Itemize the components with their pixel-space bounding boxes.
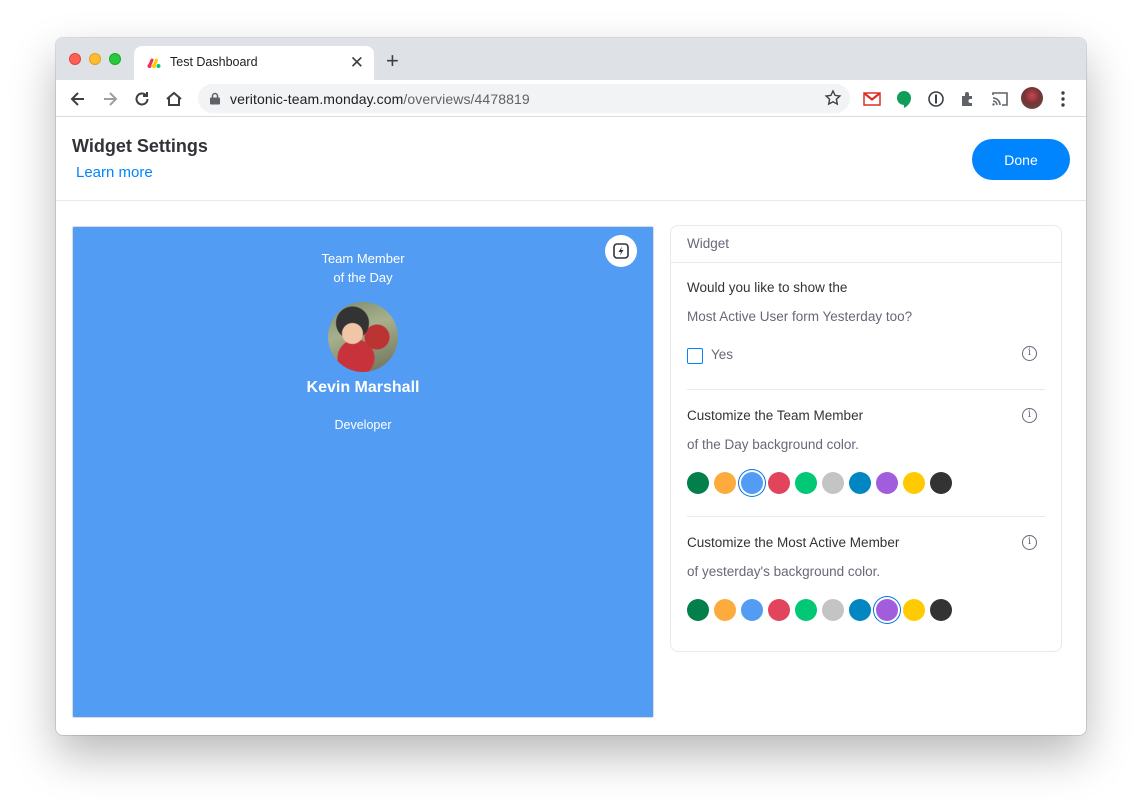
question2-line1: Customize the Team Member: [687, 408, 864, 423]
color-swatch[interactable]: [687, 599, 709, 621]
hangouts-icon[interactable]: [894, 89, 914, 109]
widget-action-button[interactable]: [605, 235, 637, 267]
monday-logo-icon: [147, 58, 161, 68]
preview-label-line1: Team Member: [321, 251, 405, 266]
tab-test-dashboard[interactable]: Test Dashboard ✕: [134, 46, 374, 80]
page-title: Widget Settings: [72, 136, 208, 156]
color-swatch[interactable]: [876, 599, 898, 621]
settings-header: Widget Settings Learn more Done: [56, 118, 1086, 201]
panel-header: Widget: [671, 226, 1061, 263]
question1-line2: Most Active User form Yesterday too?: [687, 309, 913, 324]
back-icon[interactable]: [67, 88, 89, 110]
question2-line2: of the Day background color.: [687, 437, 859, 452]
show-most-active-checkbox[interactable]: [687, 348, 703, 364]
color-swatch[interactable]: [849, 599, 871, 621]
team-member-color-picker: [687, 472, 952, 494]
checkbox-label: Yes: [711, 347, 734, 362]
color-swatch[interactable]: [849, 472, 871, 494]
question3-line2: of yesterday's background color.: [687, 564, 881, 579]
color-swatch[interactable]: [768, 599, 790, 621]
color-swatch[interactable]: [795, 599, 817, 621]
color-swatch[interactable]: [822, 599, 844, 621]
info-icon[interactable]: i: [1022, 408, 1037, 423]
member-avatar: [328, 302, 398, 372]
lock-icon: [210, 92, 220, 105]
widget-settings-page: Widget Settings Learn more Done Team Mem…: [56, 118, 1086, 735]
widget-settings-panel: Widget Would you like to show the Most A…: [670, 225, 1062, 652]
member-role: Developer: [334, 418, 392, 432]
extensions-puzzle-icon[interactable]: [958, 89, 978, 109]
password-manager-icon[interactable]: [926, 89, 946, 109]
info-icon[interactable]: i: [1022, 535, 1037, 550]
learn-more-link[interactable]: Learn more: [76, 164, 153, 181]
question1-line1: Would you like to show the: [687, 280, 848, 295]
member-name: Kevin Marshall: [306, 379, 420, 396]
done-button[interactable]: Done: [972, 139, 1070, 180]
bookmark-star-icon[interactable]: [824, 89, 842, 107]
close-tab-icon[interactable]: ✕: [350, 53, 364, 73]
color-swatch[interactable]: [741, 599, 763, 621]
forward-icon[interactable]: [99, 88, 121, 110]
reload-icon[interactable]: [131, 88, 153, 110]
url-text: veritonic-team.monday.com/overviews/4478…: [230, 91, 530, 107]
preview-label-line2: of the Day: [333, 270, 393, 285]
widget-preview: Team Member of the Day Kevin Marshall De…: [72, 226, 654, 718]
gmail-icon[interactable]: [862, 89, 882, 109]
profile-avatar[interactable]: [1021, 87, 1043, 109]
color-swatch[interactable]: [930, 599, 952, 621]
zoom-window-button[interactable]: [109, 53, 121, 65]
color-swatch[interactable]: [903, 472, 925, 494]
question3-line1: Customize the Most Active Member: [687, 535, 900, 550]
color-swatch[interactable]: [930, 472, 952, 494]
lightning-bolt-icon: [613, 243, 629, 259]
color-swatch[interactable]: [795, 472, 817, 494]
new-tab-icon[interactable]: +: [386, 50, 399, 72]
color-swatch[interactable]: [714, 472, 736, 494]
color-swatch[interactable]: [768, 472, 790, 494]
tab-title: Test Dashboard: [170, 55, 258, 69]
address-bar[interactable]: veritonic-team.monday.com/overviews/4478…: [198, 84, 850, 113]
home-icon[interactable]: [163, 88, 185, 110]
minimize-window-button[interactable]: [89, 53, 101, 65]
color-swatch[interactable]: [687, 472, 709, 494]
tab-bar: Test Dashboard ✕ +: [56, 38, 1086, 80]
color-swatch[interactable]: [714, 599, 736, 621]
browser-window: Test Dashboard ✕ + veritonic-team.monday…: [56, 38, 1086, 735]
cast-icon[interactable]: [990, 89, 1010, 109]
color-swatch[interactable]: [903, 599, 925, 621]
preview-label: Team Member of the Day: [73, 249, 653, 287]
color-swatch[interactable]: [741, 472, 763, 494]
divider: [687, 389, 1045, 390]
color-swatch[interactable]: [822, 472, 844, 494]
color-swatch[interactable]: [876, 472, 898, 494]
divider: [687, 516, 1045, 517]
most-active-color-picker: [687, 599, 952, 621]
panel-title: Widget: [687, 236, 730, 251]
close-window-button[interactable]: [69, 53, 81, 65]
browser-toolbar: veritonic-team.monday.com/overviews/4478…: [56, 80, 1086, 117]
browser-menu-icon[interactable]: [1060, 90, 1066, 108]
info-icon[interactable]: i: [1022, 346, 1037, 361]
